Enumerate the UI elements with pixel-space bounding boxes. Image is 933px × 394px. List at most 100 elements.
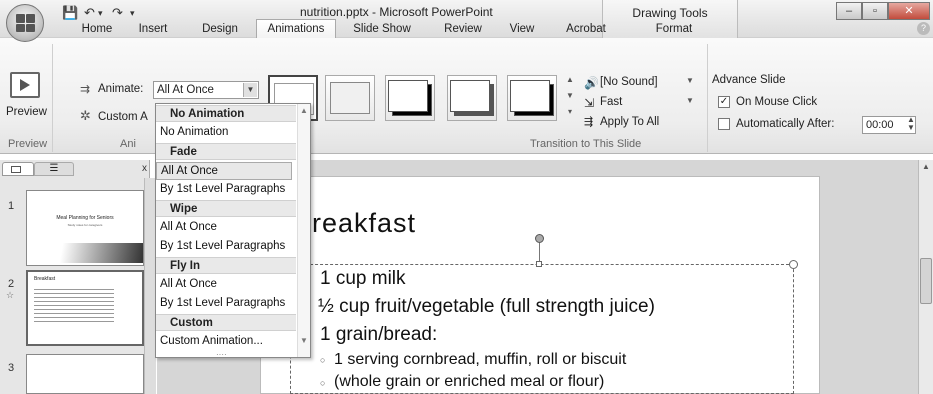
transition-cut-black-thumb[interactable]: [507, 75, 557, 121]
dropdown-option[interactable]: All At Once: [156, 219, 296, 237]
animations-group-label: Ani: [120, 138, 136, 150]
scroll-up-icon[interactable]: ▲: [300, 106, 308, 115]
tab-acrobat[interactable]: Acrobat: [560, 20, 612, 38]
preview-group-label: Preview: [8, 138, 48, 150]
apply-all-icon: ⇶: [584, 116, 594, 128]
tab-outline[interactable]: ☰: [34, 162, 74, 176]
dropdown-header: Fade: [156, 143, 296, 160]
auto-after-label: Automatically After:: [736, 118, 835, 130]
tab-home[interactable]: Home: [70, 20, 124, 38]
preview-button[interactable]: Preview: [6, 106, 47, 118]
animate-dropdown-list: No Animation No Animation Fade All At On…: [155, 103, 311, 359]
speed-dropdown[interactable]: Fast: [600, 96, 622, 108]
minimize-button[interactable]: –: [836, 2, 862, 20]
custom-animation-button[interactable]: Custom A: [98, 111, 148, 123]
animate-label: Animate:: [98, 83, 144, 95]
slide-number: 1: [8, 200, 15, 212]
tab-slides[interactable]: [2, 162, 34, 176]
transition-fade-black-thumb[interactable]: [385, 75, 435, 121]
thumb-title: Meal Planning for Seniors: [56, 215, 114, 221]
chevron-down-icon[interactable]: ▼: [686, 76, 694, 85]
slide-number: 2: [8, 278, 15, 290]
thumb-graphic: [27, 243, 143, 263]
tab-view[interactable]: View: [502, 20, 542, 38]
resize-handle[interactable]: [789, 260, 798, 269]
scrollbar[interactable]: ▲: [918, 160, 933, 394]
transition-group-label: Transition to This Slide: [530, 138, 642, 150]
slide-thumbnail-3[interactable]: [26, 354, 144, 394]
thumb-text-lines: [34, 286, 114, 322]
bullet-item: 1 grain/bread:: [320, 324, 438, 345]
thumb-title: Breakfast: [34, 276, 56, 282]
rotate-line: [539, 243, 540, 261]
preview-icon[interactable]: [10, 72, 40, 98]
apply-to-all-button[interactable]: Apply To All: [600, 116, 659, 128]
scroll-up-icon[interactable]: ▲: [922, 162, 930, 171]
bullet-item: ½ cup fruit/vegetable (full strength jui…: [318, 296, 655, 317]
close-button[interactable]: ✕: [888, 2, 930, 20]
chevron-down-icon[interactable]: ▼: [686, 96, 694, 105]
thumb-subtitle: Study notes for caregivers: [67, 223, 103, 227]
dropdown-scrollbar[interactable]: ▲ ▼: [297, 104, 310, 357]
tab-design[interactable]: Design: [194, 20, 246, 38]
gallery-scroll[interactable]: ▲ ▼ ▾: [564, 72, 576, 122]
help-icon[interactable]: ?: [917, 22, 930, 35]
sub-bullet-icon: ○: [320, 378, 326, 388]
dropdown-option[interactable]: Custom Animation...: [156, 333, 296, 351]
dropdown-option[interactable]: All At Once: [156, 162, 292, 180]
window-title: nutrition.pptx - Microsoft PowerPoint: [300, 5, 493, 19]
spinner-icon[interactable]: ▲ ▼: [907, 116, 915, 132]
transition-cut-thumb[interactable]: [447, 75, 497, 121]
sound-icon: 🔊: [584, 76, 599, 90]
scroll-down-icon[interactable]: ▼: [300, 336, 308, 345]
on-mouse-click-label: On Mouse Click: [736, 96, 818, 108]
animate-icon: ⇉: [80, 82, 91, 96]
slide-title[interactable]: reakfast: [312, 208, 416, 239]
tab-slide-show[interactable]: Slide Show: [346, 20, 418, 38]
slide-number: 3: [8, 362, 15, 374]
tab-format[interactable]: Format: [646, 20, 702, 38]
sound-dropdown[interactable]: [No Sound]: [600, 76, 658, 88]
dropdown-option[interactable]: No Animation: [156, 124, 296, 142]
tab-review[interactable]: Review: [438, 20, 488, 38]
group-separator: [707, 44, 708, 152]
sub-bullet-item: (whole grain or enriched meal or flour): [334, 373, 605, 390]
dropdown-header: Fly In: [156, 257, 296, 274]
chevron-down-icon[interactable]: ▼: [243, 83, 257, 97]
play-icon: [20, 79, 30, 91]
dropdown-option[interactable]: All At Once: [156, 276, 296, 294]
redo-icon[interactable]: ↷: [112, 5, 123, 21]
save-icon[interactable]: 💾: [62, 5, 78, 21]
custom-animation-icon: ✲: [80, 108, 91, 123]
dropdown-header: Custom: [156, 314, 296, 331]
close-pane-icon[interactable]: x: [142, 163, 147, 174]
group-separator: [52, 44, 53, 152]
animation-star-icon: ☆: [6, 290, 15, 300]
slides-tab-icon: [11, 166, 21, 173]
dropdown-header: Wipe: [156, 200, 296, 217]
resize-handle[interactable]: [536, 261, 542, 267]
sub-bullet-item: 1 serving cornbread, muffin, roll or bis…: [334, 351, 627, 368]
undo-icon[interactable]: ↶: [84, 5, 95, 21]
dropdown-option[interactable]: By 1st Level Paragraphs: [156, 295, 296, 313]
resize-grip-icon[interactable]: ····: [216, 350, 227, 359]
transition-fade-thumb[interactable]: [325, 75, 375, 121]
advance-slide-label: Advance Slide: [712, 74, 786, 86]
office-logo-icon: [16, 14, 35, 32]
sub-bullet-icon: ○: [320, 355, 326, 365]
dropdown-header: No Animation: [156, 105, 296, 122]
dropdown-option[interactable]: By 1st Level Paragraphs: [156, 238, 296, 256]
restore-button[interactable]: ▫: [862, 2, 888, 20]
speed-icon: ⇲: [584, 96, 595, 110]
scroll-thumb[interactable]: [920, 258, 932, 304]
tab-insert[interactable]: Insert: [128, 20, 178, 38]
office-button[interactable]: [6, 4, 44, 42]
dropdown-option[interactable]: By 1st Level Paragraphs: [156, 181, 296, 199]
slide-thumbnail-1[interactable]: Meal Planning for Seniors Study notes fo…: [26, 190, 144, 266]
tab-animations[interactable]: Animations: [256, 19, 336, 38]
on-mouse-click-checkbox[interactable]: ✓: [718, 96, 730, 108]
auto-after-checkbox[interactable]: [718, 118, 730, 130]
rotate-handle[interactable]: [535, 234, 544, 243]
bullet-item: 1 cup milk: [320, 268, 406, 289]
slide-thumbnail-2[interactable]: Breakfast: [26, 270, 144, 346]
